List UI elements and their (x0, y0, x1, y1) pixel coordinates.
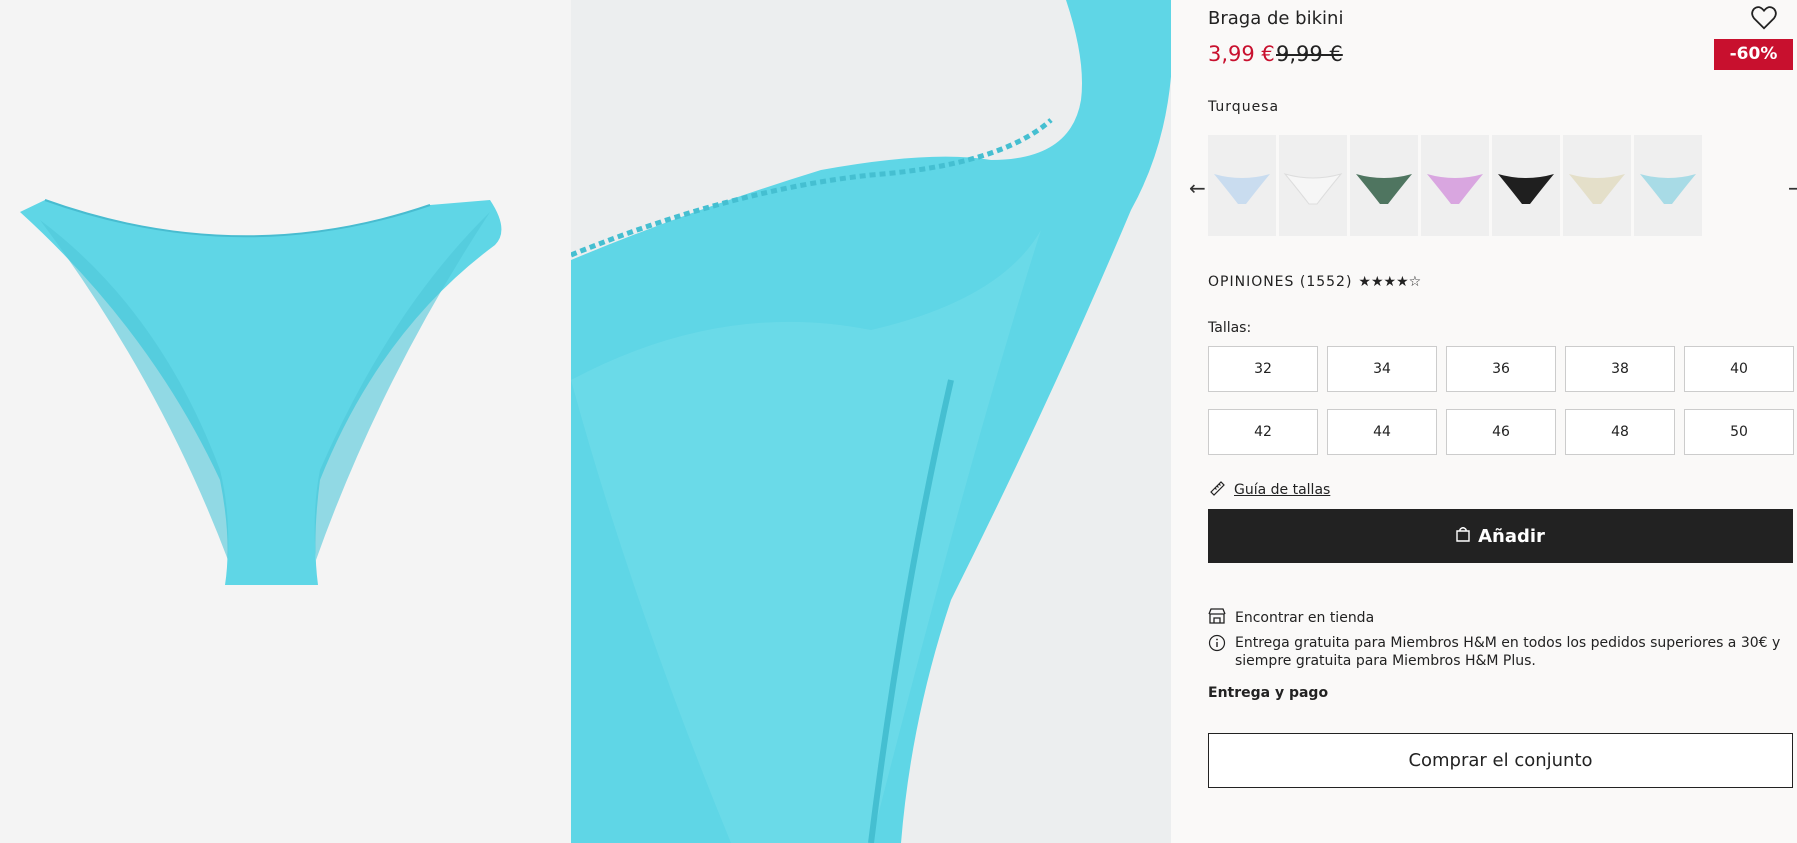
swatch-thumbnail (1356, 173, 1412, 204)
color-swatch-lilac[interactable] (1421, 135, 1489, 236)
swatch-thumbnail (1283, 172, 1343, 204)
size-option[interactable]: 34 (1327, 346, 1437, 392)
color-swatch-green[interactable] (1350, 135, 1418, 236)
swatch-thumbnail (1214, 173, 1270, 204)
fabric-closeup-illustration (571, 0, 1171, 843)
size-option[interactable]: 40 (1684, 346, 1794, 392)
bikini-bottom-illustration (20, 199, 502, 585)
size-guide-label: Guía de tallas (1234, 482, 1331, 498)
favorite-heart-icon[interactable] (1749, 2, 1779, 32)
swatch-thumbnail (1427, 173, 1483, 204)
ruler-icon (1208, 479, 1226, 501)
discount-badge: -60% (1714, 39, 1793, 70)
reviews-link[interactable]: OPINIONES (1552) ★★★★☆ (1208, 274, 1421, 290)
arrow-left-icon[interactable]: ← (1189, 176, 1206, 200)
product-title: Braga de bikini (1208, 8, 1344, 29)
shipping-info-text: Entrega gratuita para Miembros H&M en to… (1235, 635, 1781, 669)
store-icon (1208, 607, 1226, 629)
product-image-front[interactable] (0, 0, 571, 843)
color-swatch-white[interactable] (1279, 135, 1347, 236)
color-swatch-blue-print[interactable] (1208, 135, 1276, 236)
original-price: 9,99 € (1276, 42, 1343, 66)
arrow-right-icon[interactable]: → (1788, 176, 1797, 200)
size-option[interactable]: 48 (1565, 409, 1675, 455)
find-in-store-label: Encontrar en tienda (1235, 610, 1375, 626)
size-option[interactable]: 42 (1208, 409, 1318, 455)
sizes-label: Tallas: (1208, 320, 1252, 336)
selected-color-name: Turquesa (1208, 99, 1280, 115)
size-option[interactable]: 44 (1327, 409, 1437, 455)
size-option[interactable]: 50 (1684, 409, 1794, 455)
size-option[interactable]: 36 (1446, 346, 1556, 392)
add-to-bag-button[interactable]: Añadir (1208, 509, 1793, 563)
reviews-label: OPINIONES (1552) (1208, 274, 1353, 290)
shipping-info: Entrega gratuita para Miembros H&M en to… (1208, 634, 1793, 670)
product-page: Braga de bikini 3,99 € 9,99 € -60% Turqu… (0, 0, 1797, 843)
color-swatch-black[interactable] (1492, 135, 1560, 236)
sale-price: 3,99 € (1208, 42, 1275, 66)
swatch-thumbnail (1640, 173, 1696, 204)
swatch-thumbnail (1569, 173, 1625, 204)
buy-set-button[interactable]: Comprar el conjunto (1208, 733, 1793, 788)
shopping-bag-icon (1456, 526, 1470, 547)
product-image-detail[interactable] (571, 0, 1171, 843)
color-swatch-list (1208, 135, 1702, 236)
swatch-thumbnail (1498, 173, 1554, 204)
rating-stars-icon: ★★★★☆ (1358, 274, 1422, 290)
size-option[interactable]: 38 (1565, 346, 1675, 392)
size-option[interactable]: 46 (1446, 409, 1556, 455)
add-button-label: Añadir (1478, 525, 1545, 547)
size-option[interactable]: 32 (1208, 346, 1318, 392)
color-swatch-beige[interactable] (1563, 135, 1631, 236)
info-icon (1208, 634, 1226, 657)
product-details-panel: Braga de bikini 3,99 € 9,99 € -60% Turqu… (1171, 0, 1797, 843)
delivery-payment-link[interactable]: Entrega y pago (1208, 685, 1328, 701)
color-swatch-light-blue[interactable] (1634, 135, 1702, 236)
find-in-store-link[interactable]: Encontrar en tienda (1208, 607, 1374, 629)
size-guide-link[interactable]: Guía de tallas (1208, 479, 1330, 501)
size-grid: 32 34 36 38 40 42 44 46 48 50 (1208, 346, 1794, 455)
